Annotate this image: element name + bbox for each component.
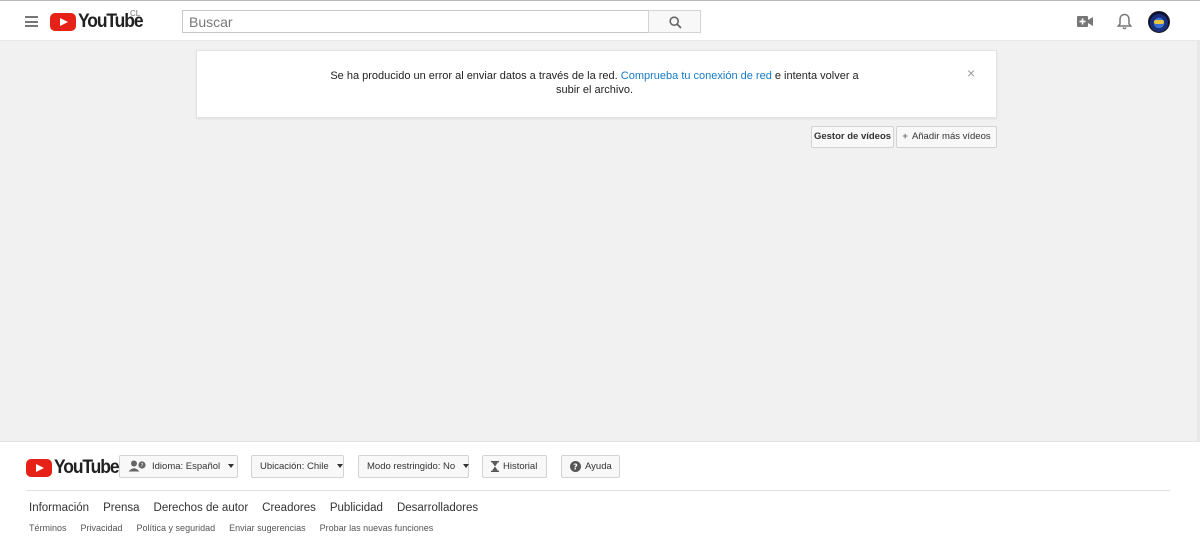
help-label: Ayuda <box>585 461 612 472</box>
search-icon <box>669 16 682 29</box>
help-button[interactable]: ? Ayuda <box>561 455 620 478</box>
language-picker-button[interactable]: ? Idioma: Español <box>119 455 238 478</box>
alert-message: Se ha producido un error al enviar datos… <box>322 70 867 97</box>
footer-link-desarrolladores[interactable]: Desarrolladores <box>397 502 478 514</box>
footer-play-logo-icon <box>26 459 52 477</box>
footer-secondary-links: Términos Privacidad Política y seguridad… <box>29 523 433 533</box>
footer-link-probar-funciones[interactable]: Probar las nuevas funciones <box>320 523 434 533</box>
footer-link-derechos-de-autor[interactable]: Derechos de autor <box>154 502 249 514</box>
footer-link-terminos[interactable]: Términos <box>29 523 67 533</box>
add-more-videos-label: Añadir más vídeos <box>911 131 991 142</box>
footer-logo-text: YouTube <box>54 457 120 478</box>
language-label: Idioma: Español <box>152 461 221 472</box>
history-label: Historial <box>503 461 538 472</box>
svg-text:?: ? <box>573 463 578 472</box>
footer-divider <box>26 490 1170 491</box>
caret-down-icon <box>336 464 343 469</box>
country-code: CL <box>130 9 141 18</box>
search-button[interactable] <box>648 10 701 33</box>
footer-link-prensa[interactable]: Prensa <box>103 502 139 514</box>
history-button[interactable]: Historial <box>482 455 547 478</box>
close-icon[interactable]: × <box>967 66 975 80</box>
hourglass-icon <box>491 460 499 472</box>
footer-link-creadores[interactable]: Creadores <box>262 502 316 514</box>
check-connection-link[interactable]: Comprueba tu conexión de red <box>621 70 772 82</box>
caret-down-icon <box>228 464 235 469</box>
upload-video-icon[interactable] <box>1077 16 1093 27</box>
svg-text:?: ? <box>141 463 144 469</box>
footer-link-enviar-sugerencias[interactable]: Enviar sugerencias <box>229 523 306 533</box>
restricted-mode-button[interactable]: Modo restringido: No <box>358 455 470 478</box>
masthead: YouTube CL <box>0 0 1200 41</box>
footer-link-privacidad[interactable]: Privacidad <box>81 523 123 533</box>
add-more-videos-button[interactable]: + Añadir más vídeos <box>896 126 997 148</box>
video-manager-button[interactable]: Gestor de vídeos <box>811 126 894 148</box>
menu-icon[interactable] <box>25 16 38 27</box>
people-icon: ? <box>128 460 146 472</box>
youtube-logo[interactable]: YouTube CL <box>50 9 148 33</box>
search-input[interactable] <box>182 10 648 33</box>
footer-link-publicidad[interactable]: Publicidad <box>330 502 383 514</box>
caret-down-icon <box>463 464 470 469</box>
footer-primary-links: Información Prensa Derechos de autor Cre… <box>29 502 478 514</box>
footer-link-informacion[interactable]: Información <box>29 502 89 514</box>
footer-youtube-logo[interactable]: YouTube <box>26 457 124 479</box>
help-question-icon: ? <box>570 460 581 472</box>
notifications-bell-icon[interactable] <box>1117 13 1132 30</box>
network-error-alert: Se ha producido un error al enviar datos… <box>196 50 997 118</box>
alert-text-before: Se ha producido un error al enviar datos… <box>330 70 621 82</box>
footer: YouTube ? Idioma: Español Ubicación: Chi… <box>0 441 1200 551</box>
account-avatar[interactable] <box>1148 11 1170 33</box>
plus-icon: + <box>902 131 908 142</box>
restricted-mode-label: Modo restringido: No <box>367 461 456 472</box>
play-logo-icon <box>50 13 76 31</box>
location-picker-button[interactable]: Ubicación: Chile <box>251 455 344 478</box>
location-label: Ubicación: Chile <box>260 461 329 472</box>
footer-link-politica-seguridad[interactable]: Política y seguridad <box>137 523 216 533</box>
